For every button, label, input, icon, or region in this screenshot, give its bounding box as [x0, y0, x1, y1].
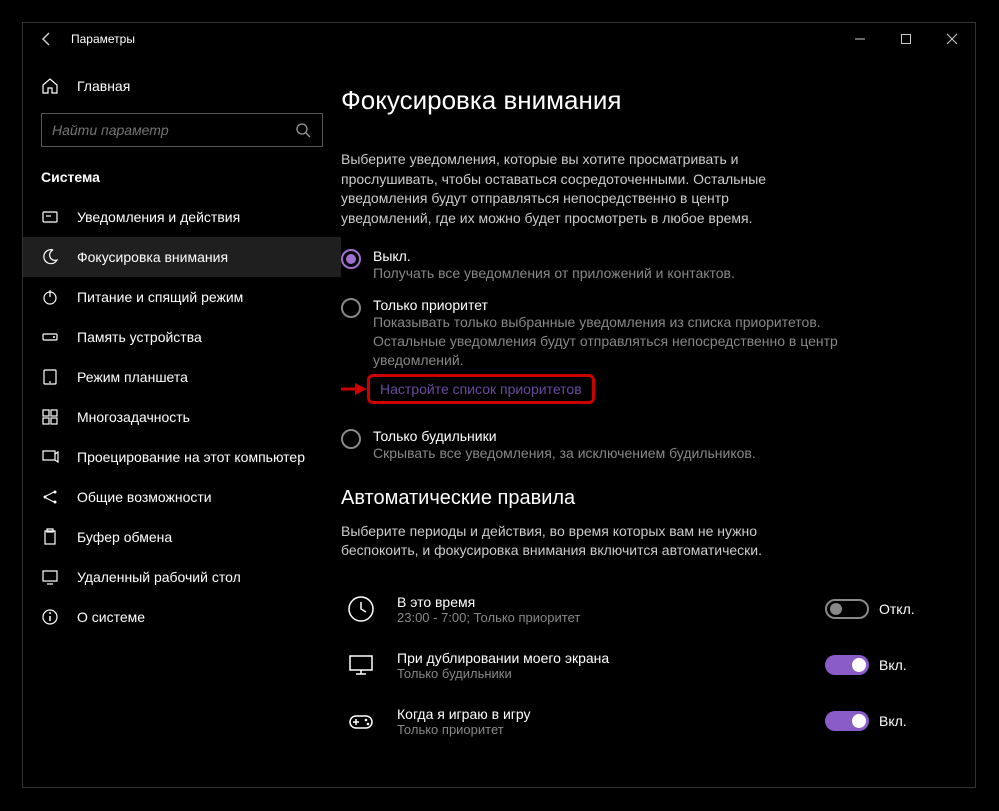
search-icon	[294, 121, 312, 139]
sidebar-section-title: Система	[23, 161, 341, 197]
sidebar-item-label: Многозадачность	[77, 409, 190, 425]
sidebar-item-label: Режим планшета	[77, 369, 188, 385]
sidebar-item-storage[interactable]: Память устройства	[23, 317, 341, 357]
clock-icon	[341, 589, 381, 629]
sidebar-item-multitasking[interactable]: Многозадачность	[23, 397, 341, 437]
sidebar-item-label: О системе	[77, 609, 145, 625]
sidebar-home[interactable]: Главная	[23, 69, 341, 103]
rule-title: При дублировании моего экрана	[397, 650, 809, 666]
rule-title: Когда я играю в игру	[397, 706, 809, 722]
radio-label: Только будильники	[373, 428, 841, 444]
sidebar-item-remote-desktop[interactable]: Удаленный рабочий стол	[23, 557, 341, 597]
moon-icon	[41, 248, 59, 266]
sidebar-item-label: Удаленный рабочий стол	[77, 569, 241, 585]
radio-priority[interactable]: Только приоритет Показывать только выбра…	[341, 297, 841, 414]
info-icon	[41, 608, 59, 626]
sidebar-item-about[interactable]: О системе	[23, 597, 341, 637]
radio-label: Только приоритет	[373, 297, 841, 313]
radio-label: Выкл.	[373, 248, 841, 264]
sidebar-item-label: Проецирование на этот компьютер	[77, 449, 305, 465]
priority-list-link[interactable]: Настройте список приоритетов	[367, 374, 595, 404]
radio-description: Получать все уведомления от приложений и…	[373, 264, 841, 283]
rule-toggle[interactable]	[825, 711, 869, 731]
tablet-icon	[41, 368, 59, 386]
radio-control[interactable]	[341, 429, 361, 449]
notifications-icon	[41, 208, 59, 226]
clipboard-icon	[41, 528, 59, 546]
sidebar-item-label: Питание и спящий режим	[77, 289, 243, 305]
sidebar-item-focus-assist[interactable]: Фокусировка внимания	[23, 237, 341, 277]
radio-control[interactable]	[341, 249, 361, 269]
search-input[interactable]	[52, 122, 294, 138]
sidebar-item-label: Буфер обмена	[77, 529, 172, 545]
intro-text: Выберите уведомления, которые вы хотите …	[341, 150, 821, 228]
titlebar: Параметры	[23, 23, 975, 55]
rule-sub: Только приоритет	[397, 722, 809, 737]
close-button[interactable]	[929, 23, 975, 55]
home-icon	[41, 77, 59, 95]
page-title: Фокусировка внимания	[341, 85, 945, 116]
rule-toggle[interactable]	[825, 655, 869, 675]
sidebar-item-label: Уведомления и действия	[77, 209, 240, 225]
shared-icon	[41, 488, 59, 506]
sidebar-home-label: Главная	[77, 78, 130, 94]
multitasking-icon	[41, 408, 59, 426]
radio-control[interactable]	[341, 298, 361, 318]
maximize-button[interactable]	[883, 23, 929, 55]
window-title: Параметры	[71, 32, 135, 46]
toggle-state: Вкл.	[879, 713, 907, 729]
power-icon	[41, 288, 59, 306]
rule-title: В это время	[397, 594, 809, 610]
projecting-icon	[41, 448, 59, 466]
auto-rules-desc: Выберите периоды и действия, во время ко…	[341, 522, 821, 561]
sidebar-item-label: Общие возможности	[77, 489, 212, 505]
radio-alarms[interactable]: Только будильники Скрывать все уведомлен…	[341, 428, 841, 463]
toggle-state: Вкл.	[879, 657, 907, 673]
sidebar: Главная Система Уведомления и действия Ф…	[23, 55, 341, 787]
rule-during-hours[interactable]: В это время 23:00 - 7:00; Только приорит…	[341, 581, 945, 637]
sidebar-item-label: Память устройства	[77, 329, 202, 345]
sidebar-item-projecting[interactable]: Проецирование на этот компьютер	[23, 437, 341, 477]
minimize-button[interactable]	[837, 23, 883, 55]
sidebar-item-tablet[interactable]: Режим планшета	[23, 357, 341, 397]
rule-sub: Только будильники	[397, 666, 809, 681]
storage-icon	[41, 328, 59, 346]
sidebar-item-clipboard[interactable]: Буфер обмена	[23, 517, 341, 557]
gamepad-icon	[341, 701, 381, 741]
rule-playing-game[interactable]: Когда я играю в игру Только приоритет Вк…	[341, 693, 945, 749]
rule-toggle[interactable]	[825, 599, 869, 619]
remote-icon	[41, 568, 59, 586]
rule-duplicating-display[interactable]: При дублировании моего экрана Только буд…	[341, 637, 945, 693]
radio-description: Показывать только выбранные уведомления …	[373, 313, 841, 370]
auto-rules-heading: Автоматические правила	[341, 487, 945, 510]
annotation-arrow	[341, 379, 367, 399]
search-box[interactable]	[41, 113, 323, 147]
back-button[interactable]	[23, 23, 71, 55]
settings-window: Параметры Главная Система Уведомления и …	[22, 22, 976, 788]
monitor-icon	[341, 645, 381, 685]
toggle-state: Откл.	[879, 601, 915, 617]
radio-description: Скрывать все уведомления, за исключением…	[373, 444, 841, 463]
sidebar-item-label: Фокусировка внимания	[77, 249, 228, 265]
radio-off[interactable]: Выкл. Получать все уведомления от прилож…	[341, 248, 841, 283]
rule-sub: 23:00 - 7:00; Только приоритет	[397, 610, 809, 625]
main-content: Фокусировка внимания Выберите уведомлени…	[341, 55, 975, 787]
sidebar-item-power[interactable]: Питание и спящий режим	[23, 277, 341, 317]
sidebar-item-notifications[interactable]: Уведомления и действия	[23, 197, 341, 237]
window-controls	[837, 23, 975, 55]
sidebar-item-shared[interactable]: Общие возможности	[23, 477, 341, 517]
